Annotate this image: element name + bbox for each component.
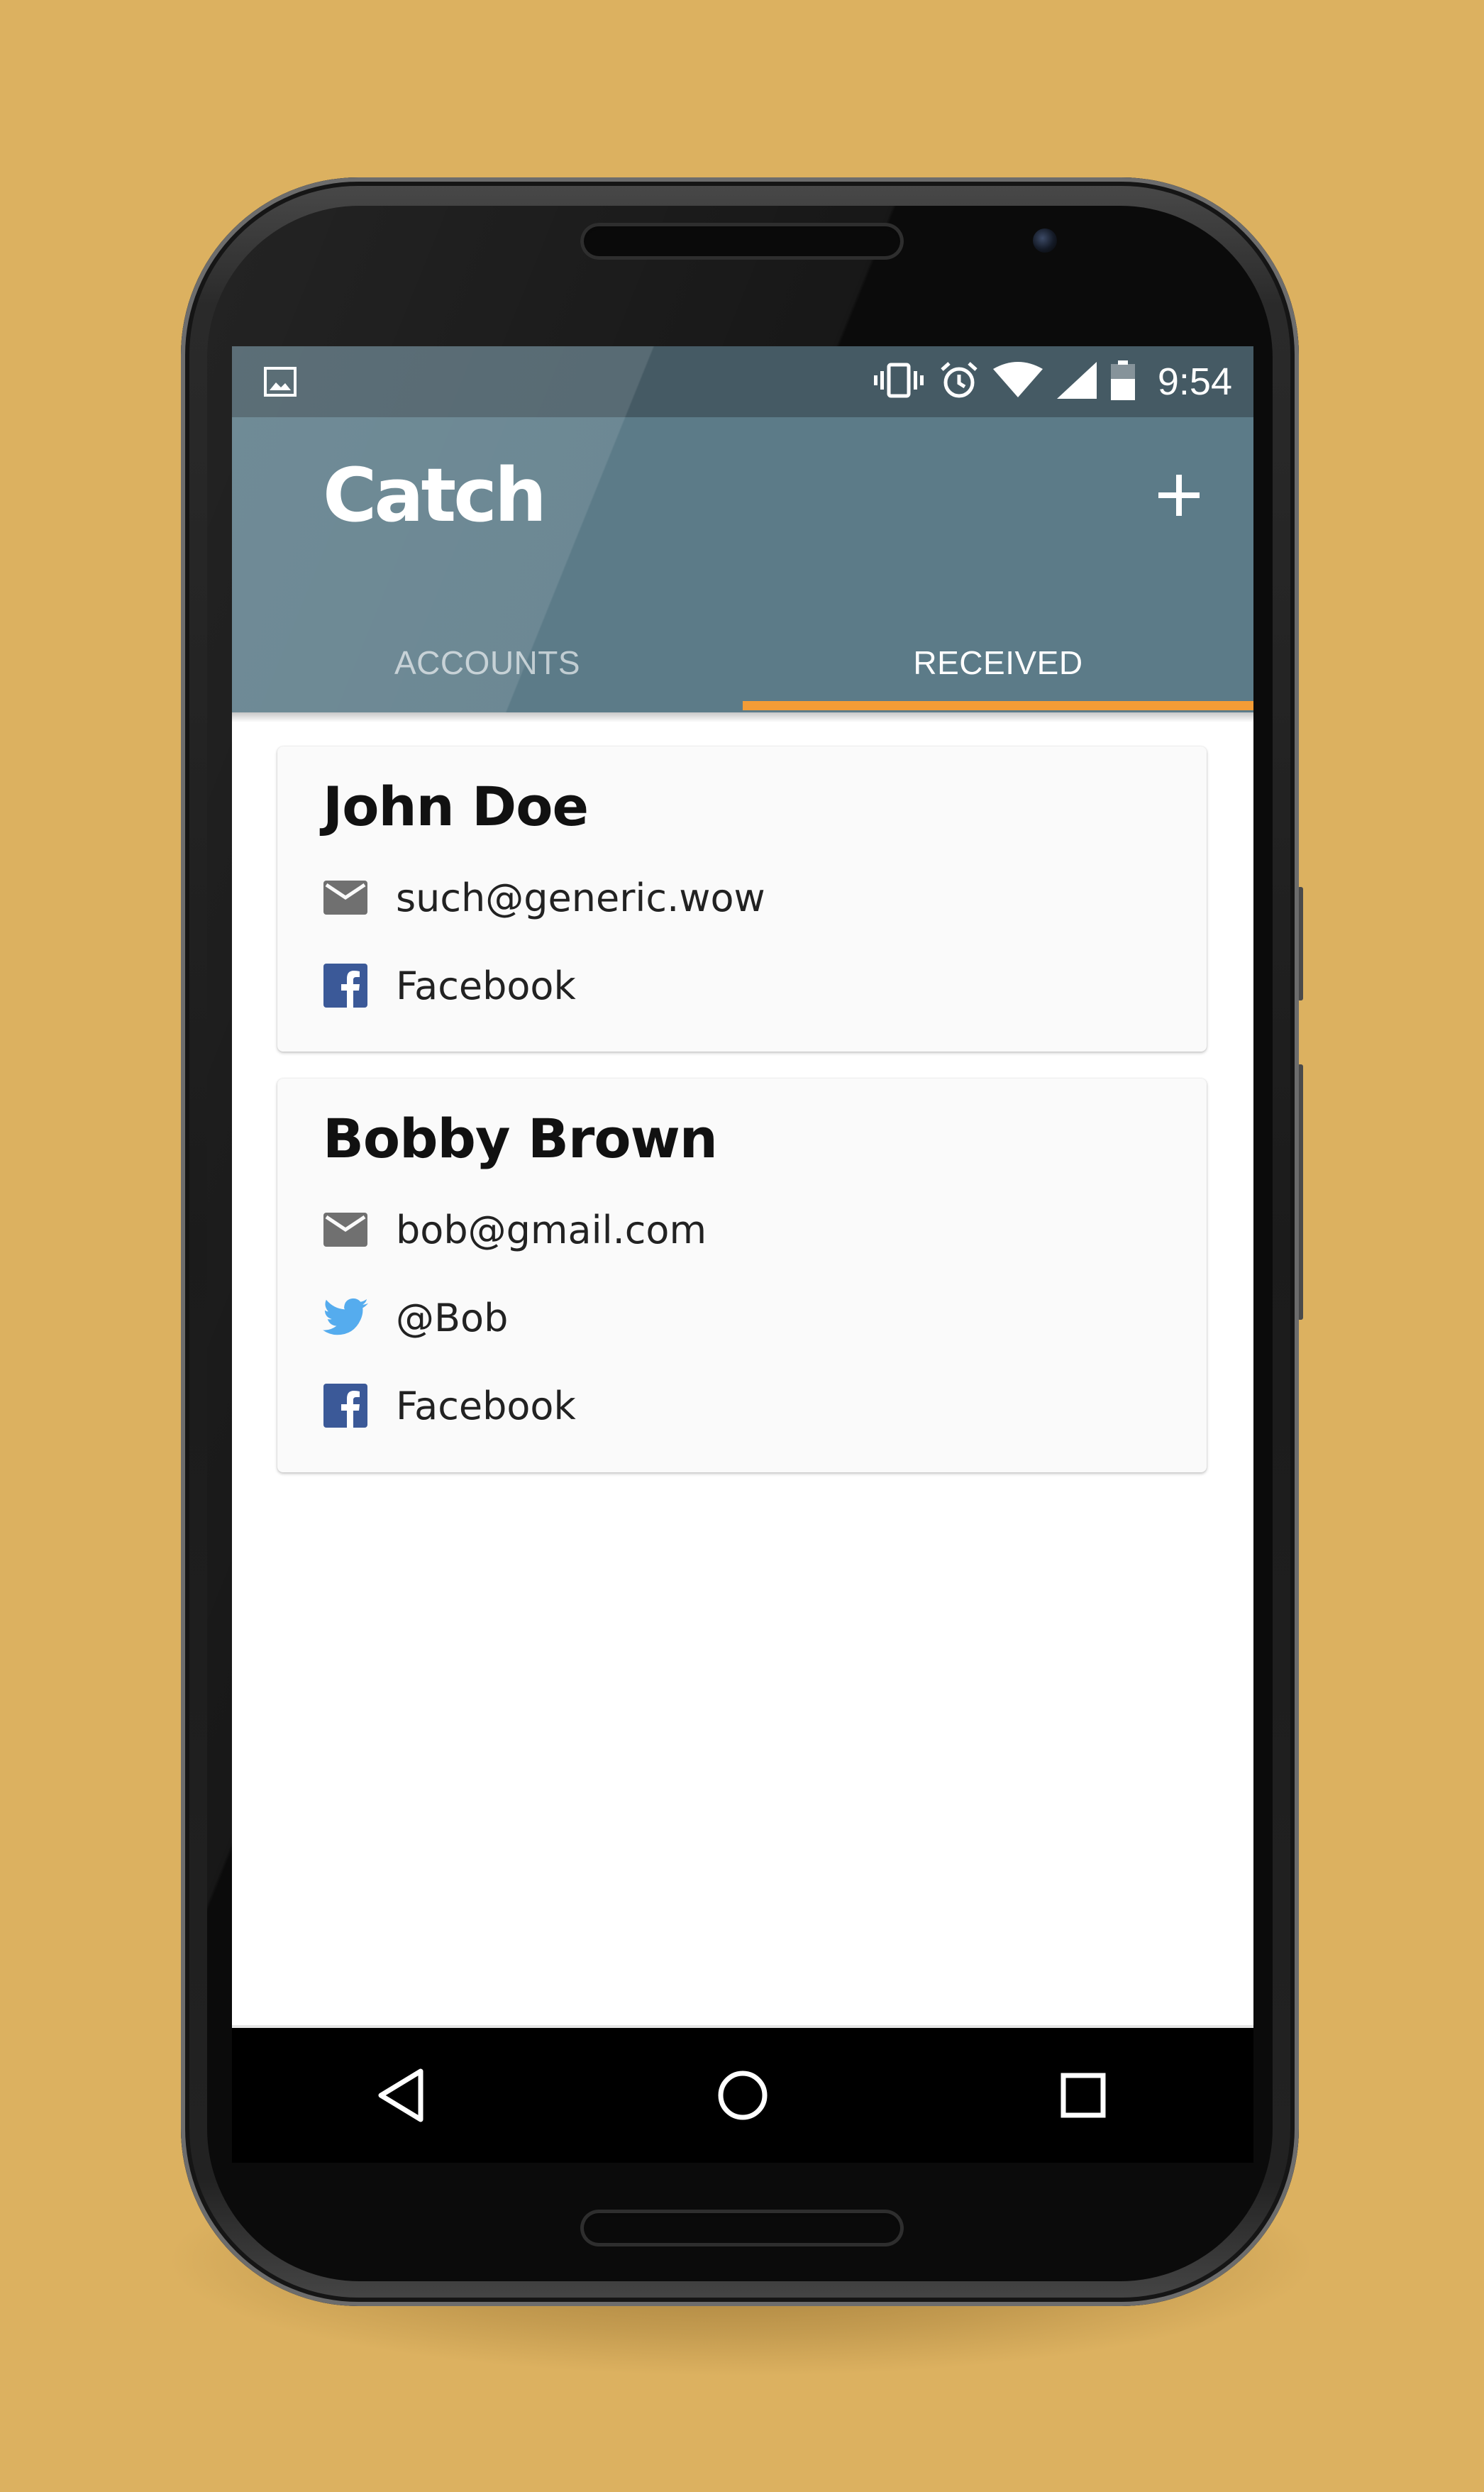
contact-card[interactable]: John Doe such@generic.wow Facebook — [277, 746, 1207, 1052]
header-shadow — [232, 712, 1253, 722]
contact-twitter-row[interactable]: @Bob — [323, 1289, 508, 1346]
tab-indicator — [743, 701, 1253, 710]
contact-facebook: Facebook — [396, 963, 576, 1008]
twitter-icon — [323, 1295, 368, 1340]
home-button[interactable] — [704, 2056, 782, 2134]
contact-facebook-row[interactable]: Facebook — [323, 1377, 576, 1434]
contact-email-row[interactable]: such@generic.wow — [323, 869, 765, 926]
tab-accounts[interactable]: ACCOUNTS — [232, 613, 743, 712]
navigation-bar — [232, 2028, 1253, 2163]
screen: 9:54 Catch ACCOUNTS RECEIVED John Doe su… — [232, 346, 1253, 2163]
facebook-icon — [323, 963, 368, 1008]
wifi-icon — [992, 361, 1043, 402]
facebook-icon — [323, 1383, 368, 1428]
image-icon — [264, 367, 297, 397]
contact-email-row[interactable]: bob@gmail.com — [323, 1201, 707, 1258]
recents-button[interactable] — [1044, 2056, 1122, 2134]
cellular-signal-icon — [1056, 361, 1097, 402]
plus-icon — [1158, 475, 1200, 516]
back-button[interactable] — [363, 2056, 441, 2134]
contact-name: John Doe — [323, 775, 589, 838]
vibrate-icon — [873, 363, 925, 402]
email-icon — [323, 875, 368, 920]
tab-bar: ACCOUNTS RECEIVED — [232, 613, 1253, 712]
back-icon — [378, 2068, 423, 2122]
bottom-speaker — [580, 2210, 904, 2246]
top-speaker — [580, 223, 904, 260]
front-camera — [1033, 228, 1057, 253]
battery-icon — [1110, 360, 1135, 404]
contact-email: bob@gmail.com — [396, 1207, 707, 1252]
alarm-icon — [939, 360, 979, 404]
contact-name: Bobby Brown — [323, 1107, 718, 1170]
status-time: 9:54 — [1157, 360, 1232, 403]
app-title: Catch — [323, 452, 547, 539]
contact-twitter: @Bob — [396, 1295, 509, 1340]
contact-facebook: Facebook — [396, 1383, 576, 1428]
tab-received[interactable]: RECEIVED — [743, 613, 1253, 712]
contact-email: such@generic.wow — [396, 875, 765, 920]
email-icon — [323, 1207, 368, 1252]
add-button[interactable] — [1147, 463, 1211, 527]
status-icons: 9:54 — [873, 346, 1232, 417]
contact-card[interactable]: Bobby Brown bob@gmail.com @Bob Facebook — [277, 1079, 1207, 1472]
home-icon — [718, 2071, 768, 2120]
recents-icon — [1061, 2073, 1106, 2118]
contact-facebook-row[interactable]: Facebook — [323, 957, 576, 1014]
